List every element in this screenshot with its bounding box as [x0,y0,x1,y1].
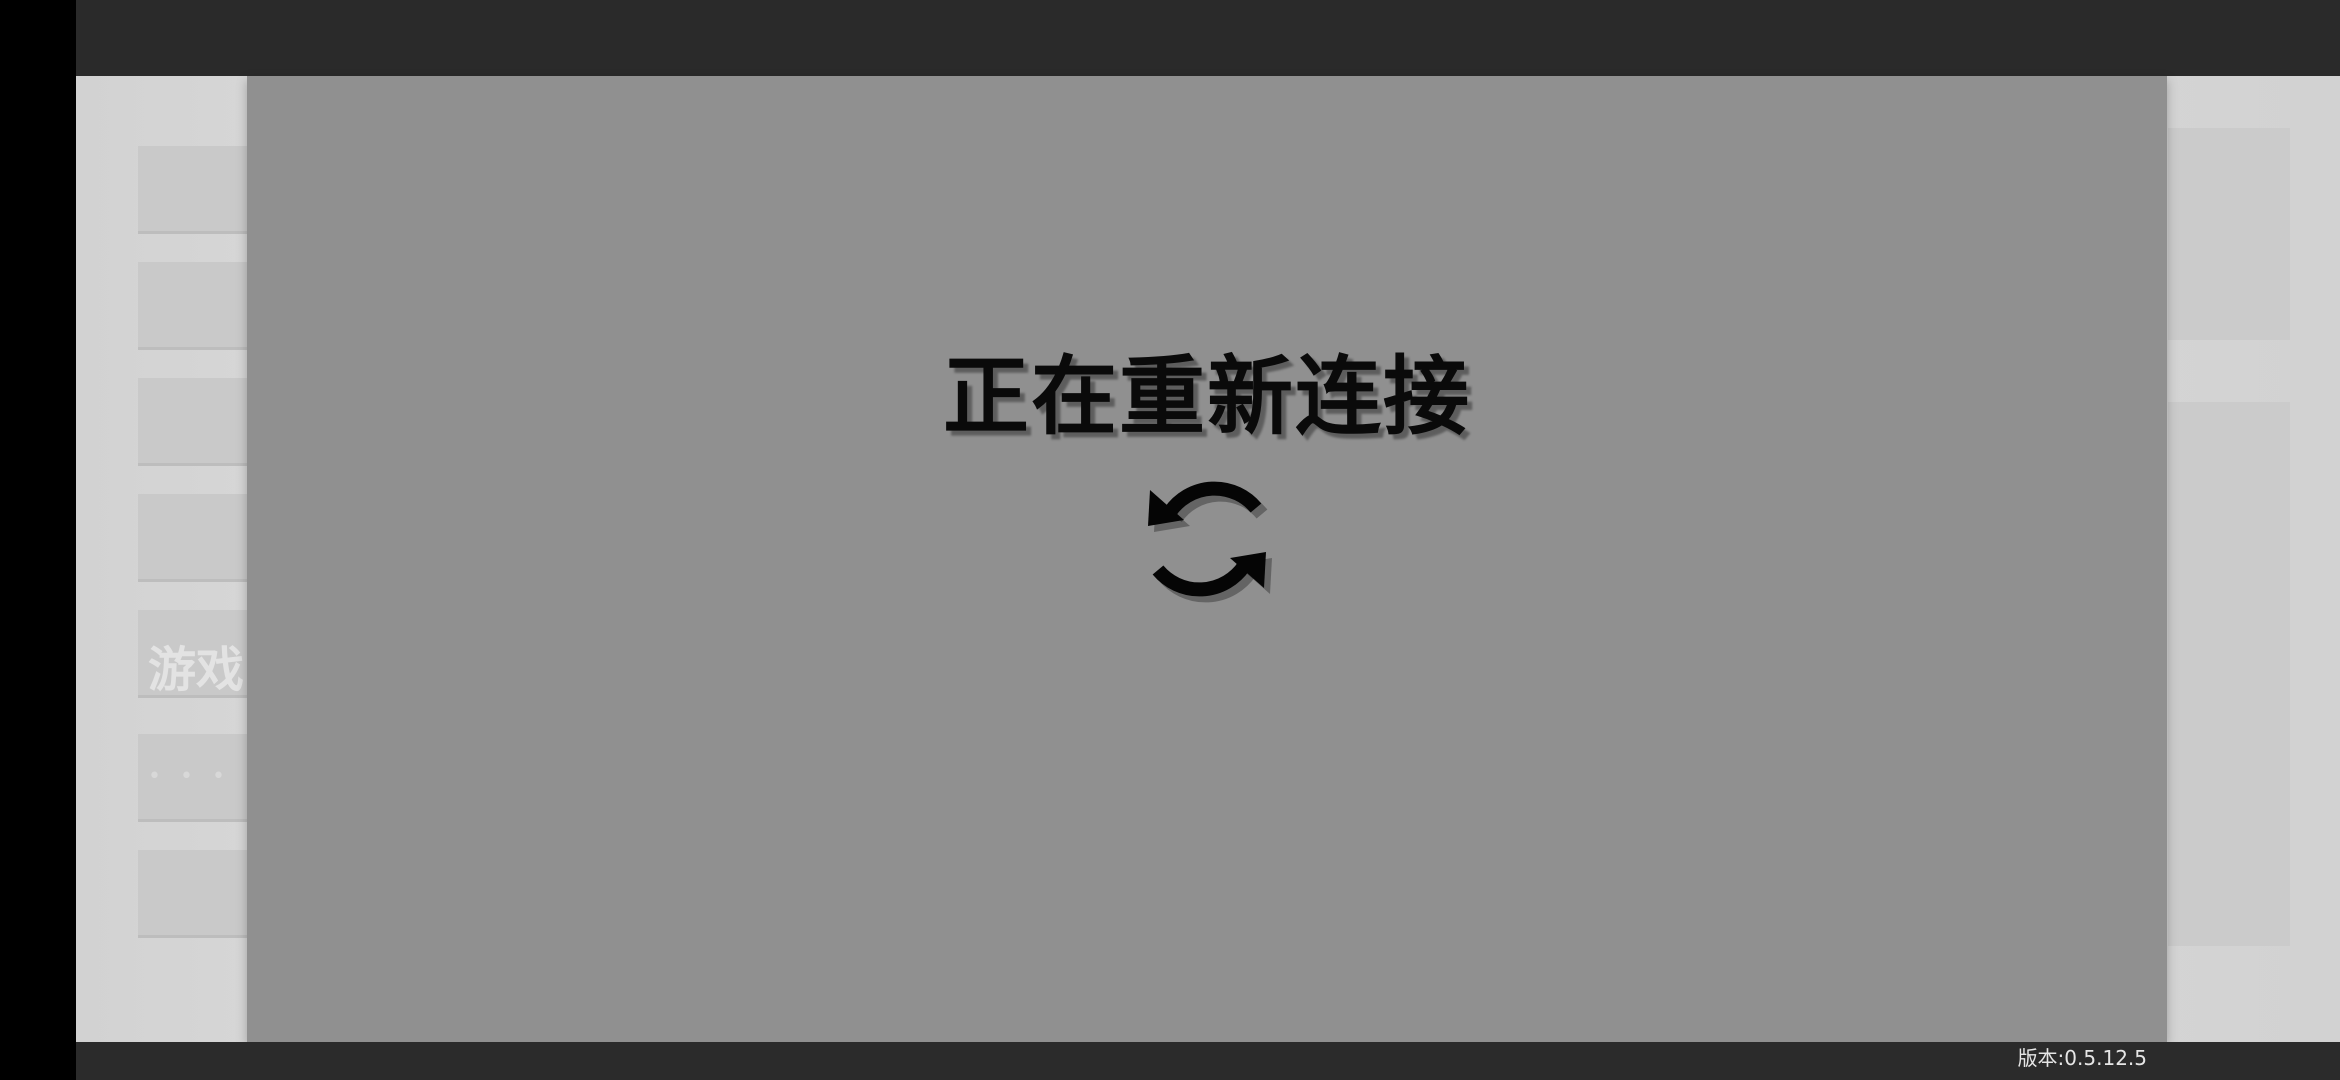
left-black-bar [0,0,76,1080]
app-screen: 游戏 • • • • 正在重新连接 版本:0.5.12.5 [0,0,2340,1080]
bg-menu-item-label: 游戏 [148,642,245,698]
reconnect-overlay: 正在重新连接 [247,76,2167,1042]
refresh-icon [1148,481,1272,603]
bg-dots: • • • • [148,764,263,789]
reconnect-title: 正在重新连接 [943,347,1471,447]
bg-right-panel-bottom [2168,402,2290,946]
bg-right-panel-top [2168,128,2290,340]
version-label: 版本:0.5.12.5 [2017,1046,2147,1070]
bottom-bar [76,1042,2340,1080]
top-status-bar [76,0,2340,76]
